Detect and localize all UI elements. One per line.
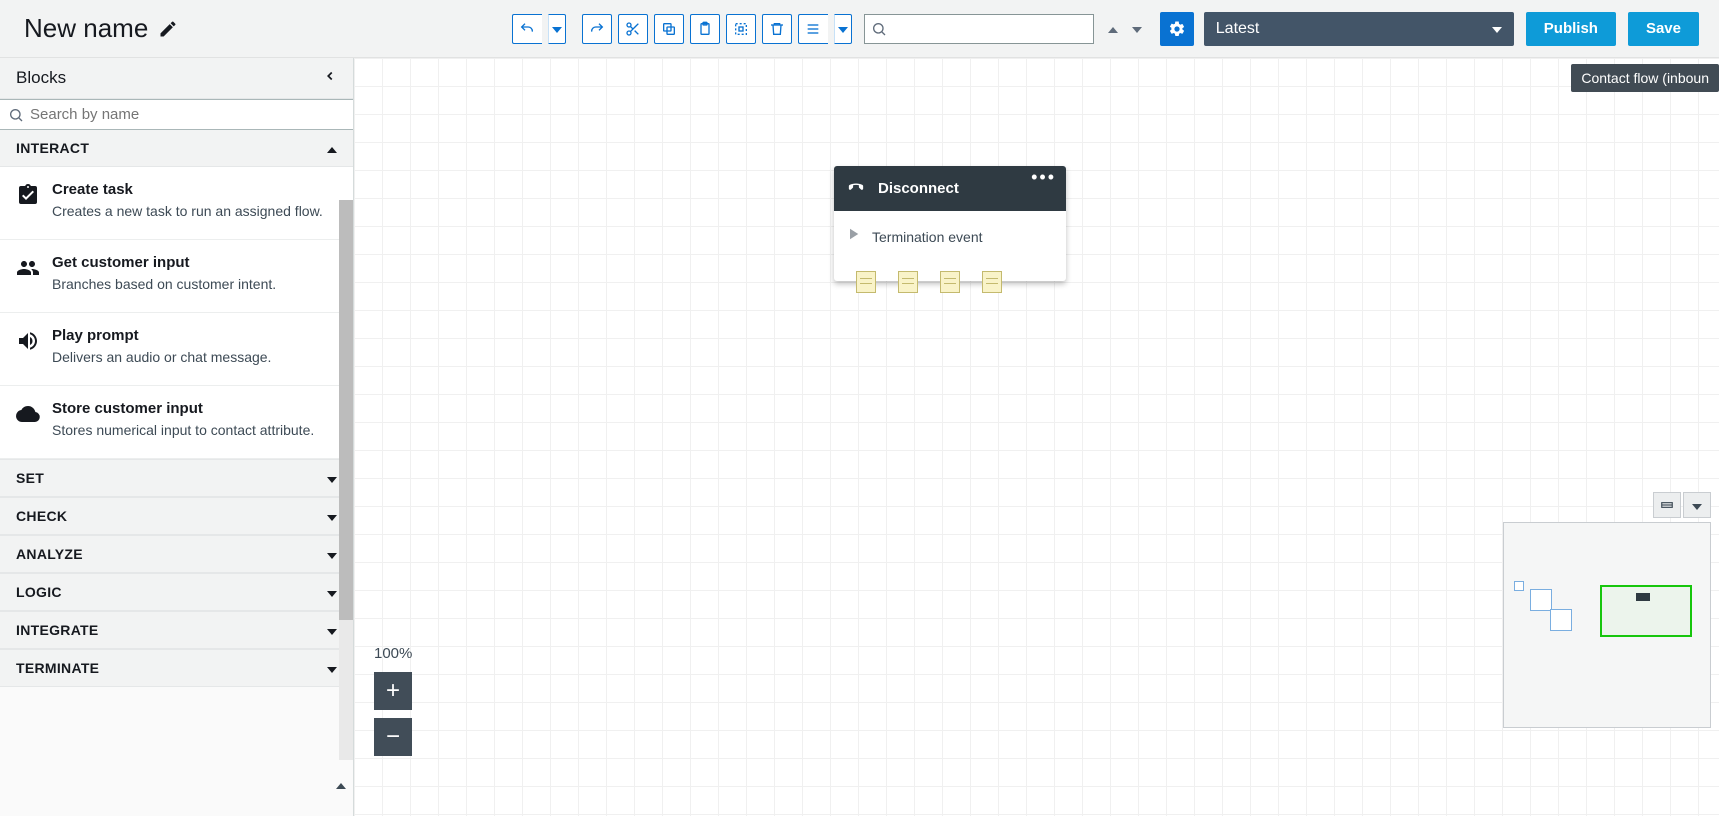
input-port-icon[interactable] bbox=[844, 225, 862, 249]
group-integrate[interactable]: INTEGRATE bbox=[0, 611, 353, 649]
chevron-down-icon bbox=[327, 622, 337, 638]
zoom-in-button[interactable]: + bbox=[374, 672, 412, 710]
sidebar-title: Blocks bbox=[16, 68, 66, 88]
arrange-caret[interactable] bbox=[834, 14, 852, 44]
annotation-icon[interactable] bbox=[898, 271, 918, 293]
block-create-task[interactable]: Create task Creates a new task to run an… bbox=[0, 167, 353, 240]
flow-type-badge: Contact flow (inboun bbox=[1571, 64, 1719, 92]
select-all-button[interactable] bbox=[726, 14, 756, 44]
group-check[interactable]: CHECK bbox=[0, 497, 353, 535]
phone-hangup-icon bbox=[846, 176, 866, 201]
version-select[interactable]: Latest bbox=[1204, 12, 1514, 46]
group-set[interactable]: SET bbox=[0, 459, 353, 497]
task-icon bbox=[16, 183, 40, 207]
block-store-customer-input[interactable]: Store customer input Stores numerical in… bbox=[0, 386, 353, 459]
cloud-icon bbox=[16, 402, 40, 426]
annotation-icon[interactable] bbox=[982, 271, 1002, 293]
arrange-button[interactable] bbox=[798, 14, 828, 44]
undo-button[interactable] bbox=[512, 14, 542, 44]
minimap-node bbox=[1530, 589, 1552, 611]
paste-button[interactable] bbox=[690, 14, 720, 44]
group-interact[interactable]: INTERACT bbox=[0, 130, 353, 167]
people-icon bbox=[16, 256, 40, 280]
redo-button[interactable] bbox=[582, 14, 612, 44]
sidebar-scrollbar[interactable] bbox=[339, 200, 353, 760]
group-logic[interactable]: LOGIC bbox=[0, 573, 353, 611]
block-get-customer-input[interactable]: Get customer input Branches based on cus… bbox=[0, 240, 353, 313]
canvas-search[interactable] bbox=[864, 14, 1094, 44]
publish-button[interactable]: Publish bbox=[1526, 12, 1616, 46]
top-toolbar: New name bbox=[0, 0, 1719, 58]
minimap-node bbox=[1550, 609, 1572, 631]
sidebar-resize-up[interactable] bbox=[334, 778, 348, 792]
save-button[interactable]: Save bbox=[1628, 12, 1699, 46]
zoom-level: 100% bbox=[374, 645, 412, 662]
sidebar-search-input[interactable] bbox=[30, 106, 345, 123]
chevron-down-icon bbox=[327, 470, 337, 486]
minimap[interactable] bbox=[1503, 522, 1711, 728]
group-analyze[interactable]: ANALYZE bbox=[0, 535, 353, 573]
search-icon bbox=[8, 107, 24, 123]
chevron-down-icon bbox=[327, 508, 337, 524]
version-select-label: Latest bbox=[1216, 20, 1260, 38]
settings-button[interactable] bbox=[1160, 12, 1194, 46]
annotation-icon[interactable] bbox=[856, 271, 876, 293]
sidebar-search[interactable] bbox=[0, 99, 353, 130]
chevron-down-icon bbox=[1492, 20, 1502, 38]
cut-button[interactable] bbox=[618, 14, 648, 44]
chevron-down-icon bbox=[327, 546, 337, 562]
node-title: Disconnect bbox=[878, 180, 959, 197]
search-next[interactable] bbox=[1126, 14, 1148, 44]
minimap-node bbox=[1636, 593, 1650, 601]
block-play-prompt[interactable]: Play prompt Delivers an audio or chat me… bbox=[0, 313, 353, 386]
chevron-down-icon bbox=[327, 660, 337, 676]
delete-button[interactable] bbox=[762, 14, 792, 44]
collapse-sidebar-icon[interactable] bbox=[323, 69, 337, 88]
chevron-down-icon bbox=[327, 584, 337, 600]
speaker-icon bbox=[16, 329, 40, 353]
annotation-icon[interactable] bbox=[940, 271, 960, 293]
group-terminate[interactable]: TERMINATE bbox=[0, 649, 353, 687]
copy-button[interactable] bbox=[654, 14, 684, 44]
minimap-fit-button[interactable] bbox=[1653, 492, 1681, 518]
edit-title-icon[interactable] bbox=[158, 19, 178, 39]
zoom-out-button[interactable]: − bbox=[374, 718, 412, 756]
minimap-node bbox=[1514, 581, 1524, 591]
scrollbar-thumb[interactable] bbox=[339, 200, 353, 620]
blocks-sidebar: Blocks INTERACT C bbox=[0, 58, 354, 816]
search-prev[interactable] bbox=[1102, 14, 1124, 44]
search-icon bbox=[871, 21, 887, 37]
undo-history-caret[interactable] bbox=[548, 14, 566, 44]
chevron-up-icon bbox=[327, 140, 337, 156]
minimap-toggle-button[interactable] bbox=[1683, 492, 1711, 518]
node-event-label: Termination event bbox=[872, 229, 983, 245]
flow-title: New name bbox=[24, 13, 148, 44]
node-more-icon[interactable]: ••• bbox=[1031, 172, 1056, 182]
node-disconnect[interactable]: Disconnect ••• Termination event bbox=[834, 166, 1066, 281]
flow-canvas[interactable]: Contact flow (inboun Disconnect ••• Term… bbox=[354, 58, 1719, 816]
canvas-search-input[interactable] bbox=[887, 21, 1087, 37]
